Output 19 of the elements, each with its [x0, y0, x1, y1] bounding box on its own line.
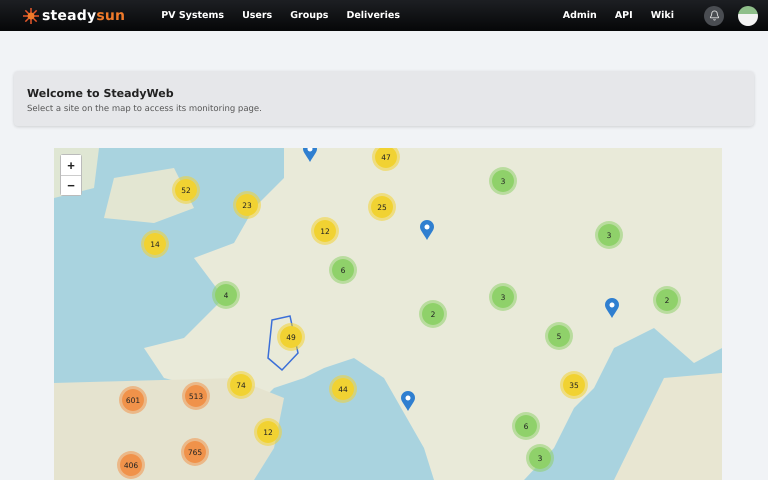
logo-text[interactable]: steadysun	[42, 8, 126, 24]
welcome-title: Welcome to SteadyWeb	[27, 87, 175, 100]
map-pin-icon[interactable]	[420, 220, 434, 240]
nav-link[interactable]: PV Systems	[161, 10, 224, 21]
map-pin-icon[interactable]	[303, 148, 317, 162]
nav-link[interactable]: Admin	[562, 10, 597, 21]
nav-link[interactable]: Groups	[290, 10, 328, 21]
welcome-subtitle: Select a site on the map to access its monitoring page.	[27, 104, 263, 114]
nav-link[interactable]: Deliveries	[346, 10, 400, 21]
sun-logo-icon	[22, 6, 40, 24]
bell-icon	[708, 10, 720, 21]
nav-link[interactable]: Wiki	[650, 10, 674, 21]
nav-link[interactable]: API	[614, 10, 633, 21]
nav-link[interactable]: Users	[242, 10, 272, 21]
map-pin-icon[interactable]	[401, 391, 415, 411]
notification-button[interactable]	[704, 6, 724, 26]
map-pin-icon[interactable]	[605, 298, 619, 318]
zoom-out-button[interactable]: −	[61, 175, 81, 195]
user-avatar[interactable]	[738, 6, 758, 26]
